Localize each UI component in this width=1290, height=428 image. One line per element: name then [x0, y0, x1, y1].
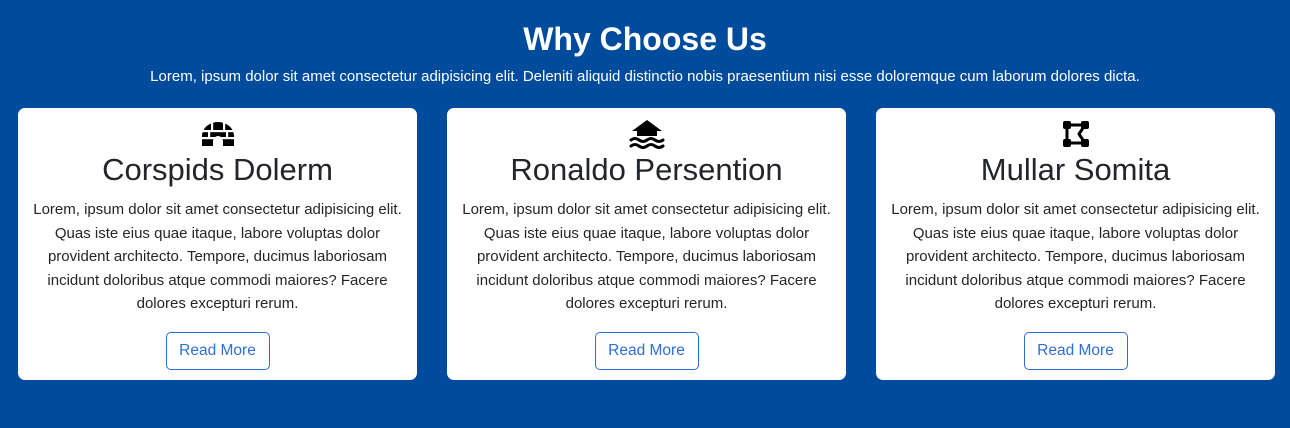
card-text: Lorem, ipsum dolor sit amet consectetur … — [891, 201, 1260, 312]
card-text: Lorem, ipsum dolor sit amet consectetur … — [33, 201, 402, 312]
card-text: Lorem, ipsum dolor sit amet consectetur … — [462, 201, 831, 312]
card-title: Mullar Somita — [980, 152, 1171, 187]
why-choose-us-section: Why Choose Us Lorem, ipsum dolor sit ame… — [0, 0, 1290, 428]
feature-card: Mullar Somita Lorem, ipsum dolor sit ame… — [876, 108, 1275, 380]
section-title: Why Choose Us — [523, 21, 767, 57]
card-title: Corspids Dolerm — [102, 152, 333, 187]
card-title: Ronaldo Persention — [510, 152, 783, 187]
read-more-button[interactable]: Read More — [594, 332, 699, 370]
read-more-button[interactable]: Read More — [165, 332, 270, 370]
vector-shape-icon — [876, 118, 1275, 150]
feature-card: Ronaldo Persention Lorem, ipsum dolor si… — [447, 108, 846, 380]
section-subtitle: Lorem, ipsum dolor sit amet consectetur … — [150, 68, 1140, 85]
read-more-button[interactable]: Read More — [1023, 332, 1128, 370]
igloo-icon — [18, 118, 417, 150]
feature-card: Corspids Dolerm Lorem, ipsum dolor sit a… — [18, 108, 417, 380]
house-flood-icon — [447, 118, 846, 150]
